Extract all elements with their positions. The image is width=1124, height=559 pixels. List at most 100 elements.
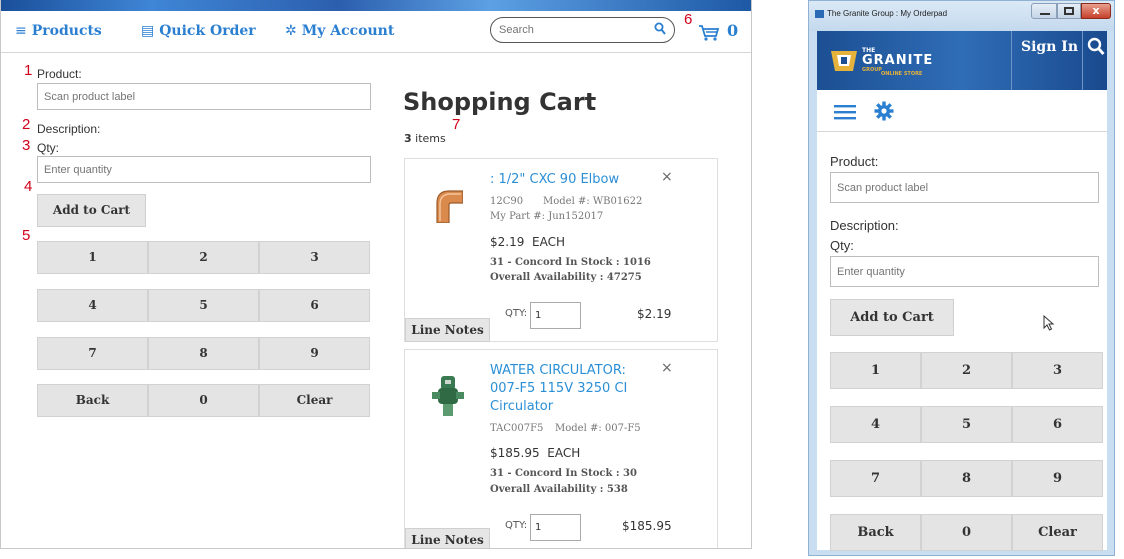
gear-icon[interactable] — [874, 101, 894, 121]
item-availability: Overall Availability : 538 — [490, 484, 628, 495]
item-qty-label: QTY: — [505, 308, 528, 319]
key-back[interactable]: Back — [830, 514, 921, 551]
search-icon[interactable] — [1087, 37, 1105, 57]
top-banner — [1, 0, 751, 11]
item-sku: 12C90 — [490, 196, 524, 207]
key-7[interactable]: 7 — [830, 460, 921, 497]
logo-granite-text: GRANITE — [862, 53, 934, 68]
maximize-button[interactable] — [1057, 3, 1081, 19]
close-icon: x — [1092, 4, 1100, 17]
product-label: Product: — [830, 154, 879, 169]
orderpad-mobile-window: The Granite Group : My Orderpad x THE GR… — [808, 0, 1115, 556]
logo-online-store-text: ONLINE STORE — [881, 71, 923, 77]
key-back[interactable]: Back — [37, 384, 148, 417]
item-sku: TAC007F5 — [490, 423, 544, 434]
granite-logo[interactable]: THE GRANITE GROUP ONLINE STORE — [829, 45, 933, 79]
nav-my-account[interactable]: ✲ My Account — [285, 23, 394, 39]
sign-in-link[interactable]: Sign In — [1021, 39, 1078, 55]
item-unit-price: $2.19 EACH — [490, 235, 565, 249]
nav-quick-order[interactable]: ▤ Quick Order — [141, 23, 256, 39]
line-notes-button[interactable]: Line Notes — [405, 528, 490, 548]
key-4[interactable]: 4 — [37, 289, 148, 322]
window-titlebar: The Granite Group : My Orderpad x — [809, 1, 1114, 31]
cart-item: : 1/2" CXC 90 Elbow × 12C90 Model #: WB0… — [404, 158, 718, 342]
key-2[interactable]: 2 — [148, 241, 259, 274]
key-5[interactable]: 5 — [148, 289, 259, 322]
window-title: The Granite Group : My Orderpad — [815, 9, 947, 18]
key-5[interactable]: 5 — [921, 406, 1012, 443]
item-qty-label: QTY: — [505, 520, 528, 531]
qty-input[interactable] — [830, 256, 1099, 287]
cart-items-count: 3 items — [404, 132, 446, 145]
key-3[interactable]: 3 — [259, 241, 370, 274]
item-availability: Overall Availability : 47275 — [490, 272, 642, 283]
product-title-link[interactable]: WATER CIRCULATOR: 007-F5 115V 3250 CI Ci… — [490, 362, 655, 416]
item-stock: 31 - Concord In Stock : 30 — [490, 468, 637, 479]
key-1[interactable]: 1 — [37, 241, 148, 274]
annotation-1: 1 — [24, 62, 33, 79]
orderpad-desktop-view: ≡Products ▤Quick Order ✲My Account 6 0 1… — [0, 0, 752, 549]
description-label: Description: — [830, 218, 899, 233]
key-4[interactable]: 4 — [830, 406, 921, 443]
add-to-cart-button[interactable]: Add to Cart — [830, 299, 954, 336]
item-model: Model #: 007-F5 — [555, 423, 641, 434]
cart-icon[interactable] — [698, 24, 720, 42]
logo-mark-icon — [831, 51, 857, 71]
minimize-icon — [1040, 13, 1050, 15]
product-input[interactable] — [37, 83, 371, 110]
close-window-button[interactable]: x — [1081, 3, 1111, 19]
key-8[interactable]: 8 — [148, 337, 259, 370]
annotation-3: 3 — [22, 137, 31, 154]
minimize-button[interactable] — [1031, 3, 1057, 19]
annotation-5: 5 — [22, 227, 31, 244]
logo-group-text: GROUP — [862, 67, 882, 73]
key-9[interactable]: 9 — [1012, 460, 1103, 497]
key-2[interactable]: 2 — [921, 352, 1012, 389]
nav-products[interactable]: ≡ Products — [15, 23, 102, 39]
annotation-7: 7 — [452, 116, 461, 133]
description-label: Description: — [37, 122, 101, 136]
product-input[interactable] — [830, 172, 1099, 203]
annotation-6: 6 — [684, 11, 693, 28]
key-0[interactable]: 0 — [148, 384, 259, 417]
key-9[interactable]: 9 — [259, 337, 370, 370]
search-input[interactable] — [499, 18, 649, 42]
header-divider — [1082, 31, 1083, 90]
product-label: Product: — [37, 67, 82, 81]
qty-input[interactable] — [37, 156, 371, 183]
maximize-icon — [1064, 7, 1074, 15]
item-qty-input[interactable] — [530, 302, 581, 329]
cart-count[interactable]: 0 — [727, 21, 738, 40]
item-qty-input[interactable] — [530, 514, 581, 541]
add-to-cart-button[interactable]: Add to Cart — [37, 194, 146, 227]
product-title-link[interactable]: : 1/2" CXC 90 Elbow — [490, 171, 670, 189]
mobile-header: THE GRANITE GROUP ONLINE STORE Sign In — [817, 31, 1107, 90]
key-8[interactable]: 8 — [921, 460, 1012, 497]
key-0[interactable]: 0 — [921, 514, 1012, 551]
remove-item-icon[interactable]: × — [661, 169, 673, 185]
item-line-total: $2.19 — [637, 307, 672, 321]
mobile-body: Product: Description: Qty: Add to Cart 1… — [817, 90, 1107, 551]
key-clear[interactable]: Clear — [1012, 514, 1103, 551]
key-6[interactable]: 6 — [1012, 406, 1103, 443]
search-icon[interactable] — [654, 22, 666, 36]
circulator-pump-image — [432, 376, 464, 416]
item-unit-price: $185.95 EACH — [490, 446, 581, 460]
header-divider — [1011, 31, 1012, 90]
hamburger-icon: ≡ — [15, 23, 27, 39]
key-7[interactable]: 7 — [37, 337, 148, 370]
key-1[interactable]: 1 — [830, 352, 921, 389]
cart-item: WATER CIRCULATOR: 007-F5 115V 3250 CI Ci… — [404, 349, 718, 548]
annotation-2: 2 — [22, 116, 31, 133]
remove-item-icon[interactable]: × — [661, 360, 673, 376]
shopping-cart-title: Shopping Cart — [403, 88, 597, 116]
qty-label: Qty: — [37, 141, 60, 155]
qty-label: Qty: — [830, 238, 854, 253]
line-notes-button[interactable]: Line Notes — [405, 318, 490, 342]
gear-icon: ✲ — [285, 23, 297, 39]
key-3[interactable]: 3 — [1012, 352, 1103, 389]
mouse-cursor-icon — [1043, 315, 1055, 331]
hamburger-icon[interactable] — [834, 104, 856, 120]
key-6[interactable]: 6 — [259, 289, 370, 322]
key-clear[interactable]: Clear — [259, 384, 370, 417]
